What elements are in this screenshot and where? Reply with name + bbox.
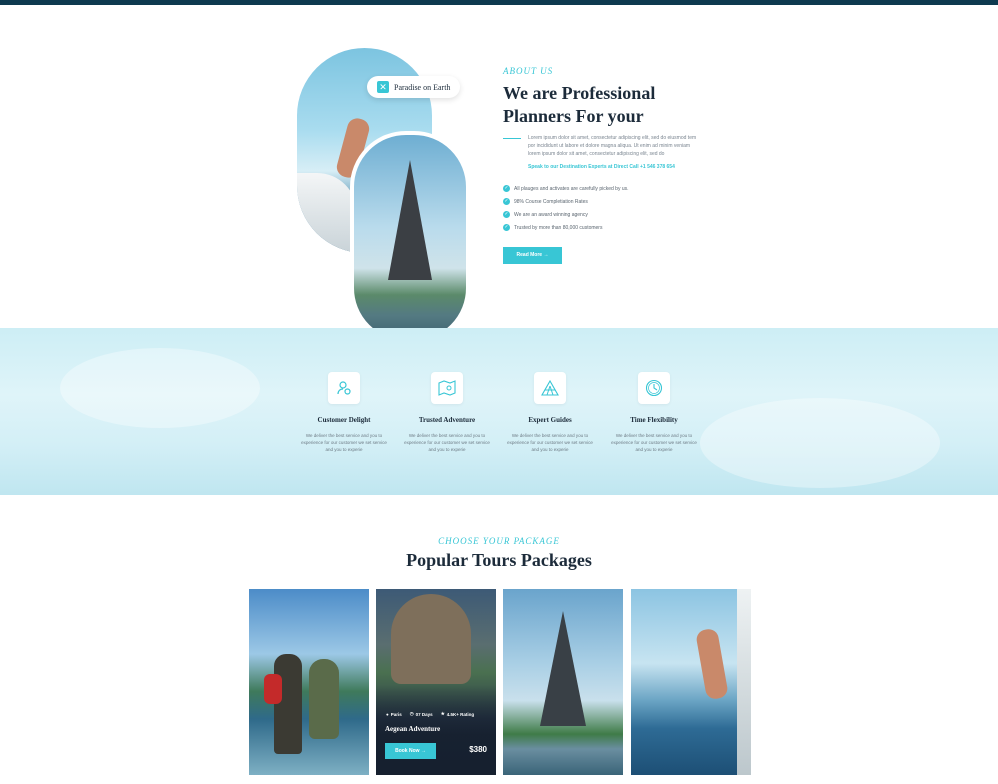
about-checklist: ✓ All plauges and activates are carefully… [503,182,703,234]
list-item: ✓ We are an award winning agency [503,208,703,221]
tour-duration-text: 07 Days [415,711,433,717]
tower-shape [388,160,432,280]
clock-icon: ◷ [409,711,414,716]
about-title-line1: We are Professional [503,83,656,103]
rock-shape [309,659,339,739]
eiffel-tower-photo [350,131,470,344]
background-blot [60,348,260,428]
background-blot [700,398,940,488]
checklist-text: We are an award winning agency [514,211,588,218]
feature-title: Time Flexibility [630,416,678,424]
about-section: ABOUT US We are Professional Planners Fo… [503,66,703,264]
checklist-text: Trusted by more than 80,000 customers [514,224,603,231]
tour-rating: ★ 4.5K+ Rating [441,711,474,717]
about-title-line2: Planners For your [503,106,644,126]
check-icon: ✓ [503,185,510,192]
map-icon [431,372,463,404]
rock-shape [391,594,471,684]
check-icon: ✓ [503,211,510,218]
hiker-shape [264,654,302,754]
tour-price: $380 [469,745,487,754]
tour-location: ● Paris [386,711,402,717]
feature-time-flexibility: Time Flexibility We deliver the best ser… [604,372,704,453]
feature-description: We deliver the best service and you to e… [301,433,387,452]
feature-expert-guides: Expert Guides We deliver the best servic… [500,372,600,453]
boat-shape [737,589,751,775]
check-icon: ✓ [503,224,510,231]
clock-icon [638,372,670,404]
checklist-text: 98% Course Completiation Rates [514,198,588,205]
top-bar [0,0,998,5]
boat-shape [297,173,357,253]
location-pin-icon: ● [386,711,389,717]
tour-rating-text: 4.5K+ Rating [446,711,475,717]
feature-description: We deliver the best service and you to e… [404,433,490,452]
star-icon: ★ [440,711,445,716]
man-shape [695,627,729,701]
feature-customer-delight: Customer Delight We deliver the best ser… [294,372,394,453]
features-band: Customer Delight We deliver the best ser… [0,328,998,495]
tour-name: Aegean Adventure [385,725,441,733]
tour-location-text: Paris [390,711,402,717]
tour-card[interactable] [503,589,623,775]
tower-shape [540,611,586,726]
paradise-badge: ✕ Paradise on Earth [367,76,461,98]
map-icon: ✕ [377,81,389,93]
feature-title: Trusted Adventure [418,416,476,424]
tour-duration: ◷ 07 Days [410,711,433,717]
tent-icon [534,372,566,404]
about-call-text: Speak to our Destination Experts at Dire… [528,164,675,170]
about-title: We are Professional Planners For your [503,82,703,128]
tour-card[interactable] [249,589,369,775]
checklist-text: All plauges and activates are carefully … [514,185,629,192]
tour-card-featured[interactable]: ● Paris ◷ 07 Days ★ 4.5K+ Rating Aegean Adv… [376,589,496,775]
feature-description: We deliver the best service and you to e… [611,433,697,452]
book-now-button[interactable]: Book Now → [385,743,436,759]
feature-description: We deliver the best service and you to e… [507,433,593,452]
paradise-badge-label: Paradise on Earth [394,82,451,92]
feature-trusted-adventure: Trusted Adventure We deliver the best se… [397,372,497,453]
feature-title: Customer Delight [317,416,371,424]
list-item: ✓ 98% Course Completiation Rates [503,195,703,208]
user-check-icon [328,372,360,404]
list-item: ✓ All plauges and activates are carefully… [503,182,703,195]
tours-eyebrow: CHOOSE YOUR PACKAGE [438,536,560,546]
accent-divider [503,138,521,139]
about-eyebrow: ABOUT US [503,66,554,76]
feature-title: Expert Guides [528,416,572,424]
read-more-button[interactable]: Read More → [503,247,562,264]
list-item: ✓ Trusted by more than 80,000 customers [503,221,703,234]
about-description: Lorem ipsum dolor sit amet, consectetur … [528,135,697,157]
tour-card[interactable] [631,589,751,775]
check-icon: ✓ [503,198,510,205]
tours-title: Popular Tours Packages [406,550,592,570]
tour-meta: ● Paris ◷ 07 Days ★ 4.5K+ Rating [386,711,474,717]
